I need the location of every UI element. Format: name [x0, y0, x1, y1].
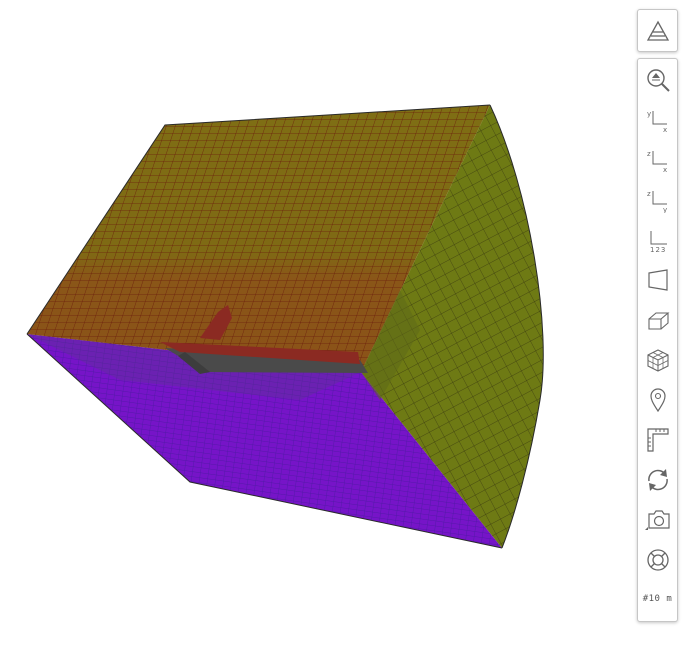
camera-button[interactable]	[638, 502, 677, 538]
axis-top-label: y	[647, 110, 651, 118]
perspective-icon	[647, 269, 668, 291]
cube-mesh-button[interactable]	[638, 342, 677, 378]
view-123-label: 123	[650, 246, 666, 253]
location-pin-button[interactable]	[638, 382, 677, 418]
location-pin-icon	[649, 388, 666, 413]
lifebuoy-icon	[646, 549, 669, 571]
view-yz-button[interactable]: z y	[638, 182, 677, 218]
grid-scale-button[interactable]: #10 m	[638, 581, 677, 617]
view-tools-panel: y x z x z y 123 #10 m	[637, 58, 678, 622]
box-view-button[interactable]	[638, 302, 677, 338]
zoom-extents-button[interactable]	[638, 62, 677, 98]
axis-right-label: x	[663, 126, 667, 133]
view-yz-icon: z y	[647, 190, 667, 213]
view-xy-icon: y x	[647, 110, 667, 133]
ruler-button[interactable]	[638, 422, 677, 458]
mesh-viewport[interactable]	[0, 0, 692, 651]
layers-panel	[637, 9, 678, 52]
view-xz-icon: z x	[647, 150, 667, 173]
layers-button[interactable]	[638, 13, 677, 49]
layers-icon	[646, 20, 669, 41]
axis-top-label: z	[647, 190, 651, 198]
box-view-icon	[647, 312, 669, 330]
view-xy-button[interactable]: y x	[638, 102, 677, 138]
ruler-icon	[646, 428, 669, 452]
cube-mesh-icon	[646, 349, 669, 372]
view-123-icon: 123	[650, 231, 667, 253]
grid-scale-label: #10 m	[642, 594, 673, 604]
axis-right-label: x	[663, 166, 667, 173]
rotate-icon	[647, 469, 668, 491]
zoom-extents-icon	[646, 69, 670, 92]
lifebuoy-button[interactable]	[638, 542, 677, 578]
camera-icon	[644, 510, 670, 530]
axis-top-label: z	[647, 150, 651, 158]
axis-right-label: y	[663, 206, 667, 213]
view-123-button[interactable]: 123	[638, 222, 677, 258]
perspective-button[interactable]	[638, 262, 677, 298]
rotate-button[interactable]	[638, 462, 677, 498]
view-xz-button[interactable]: z x	[638, 142, 677, 178]
